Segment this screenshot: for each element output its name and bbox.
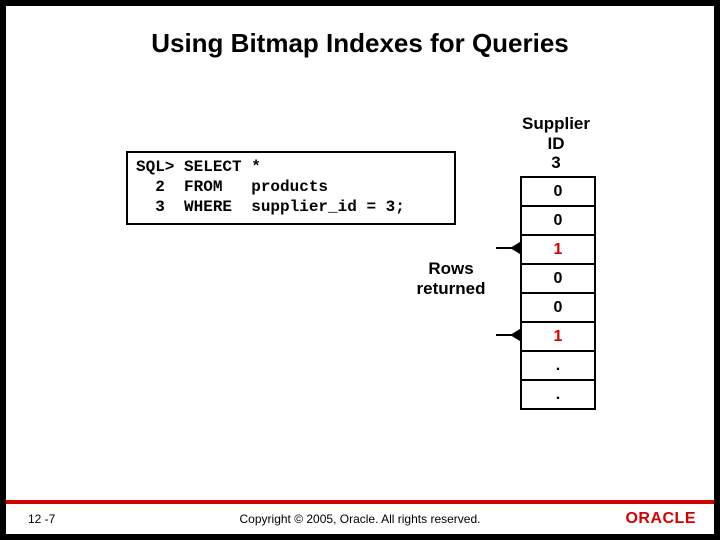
rows-returned-label: Rows returned — [406, 259, 496, 298]
sql-query-box: SQL> SELECT * 2 FROM products 3 WHERE su… — [126, 151, 456, 225]
bitmap-cell: . — [522, 352, 594, 381]
bitmap-cell: 0 — [522, 207, 594, 236]
bitmap-cell: 0 — [522, 294, 594, 323]
bitmap-column-header: Supplier ID 3 — [520, 114, 592, 173]
sql-line: 2 FROM products — [136, 177, 446, 197]
bitmap-cell: 1 — [522, 323, 594, 352]
bitmap-cell: 0 — [522, 178, 594, 207]
bitmap-cell: 1 — [522, 236, 594, 265]
label-text: returned — [406, 279, 496, 299]
arrow-icon — [496, 247, 518, 249]
header-text: 3 — [520, 153, 592, 173]
bitmap-column: 0 0 1 0 0 1 . . — [520, 176, 596, 410]
bitmap-cell: . — [522, 381, 594, 408]
page-title: Using Bitmap Indexes for Queries — [6, 28, 714, 59]
footer-divider — [6, 500, 714, 504]
sql-line: SQL> SELECT * — [136, 157, 446, 177]
sql-line: 3 WHERE supplier_id = 3; — [136, 197, 446, 217]
copyright-text: Copyright © 2005, Oracle. All rights res… — [6, 512, 714, 526]
arrow-icon — [496, 334, 518, 336]
header-text: ID — [520, 134, 592, 154]
oracle-logo: ORACLE — [625, 510, 696, 528]
header-text: Supplier — [520, 114, 592, 134]
bitmap-cell: 0 — [522, 265, 594, 294]
slide: Using Bitmap Indexes for Queries SQL> SE… — [6, 6, 714, 534]
label-text: Rows — [406, 259, 496, 279]
